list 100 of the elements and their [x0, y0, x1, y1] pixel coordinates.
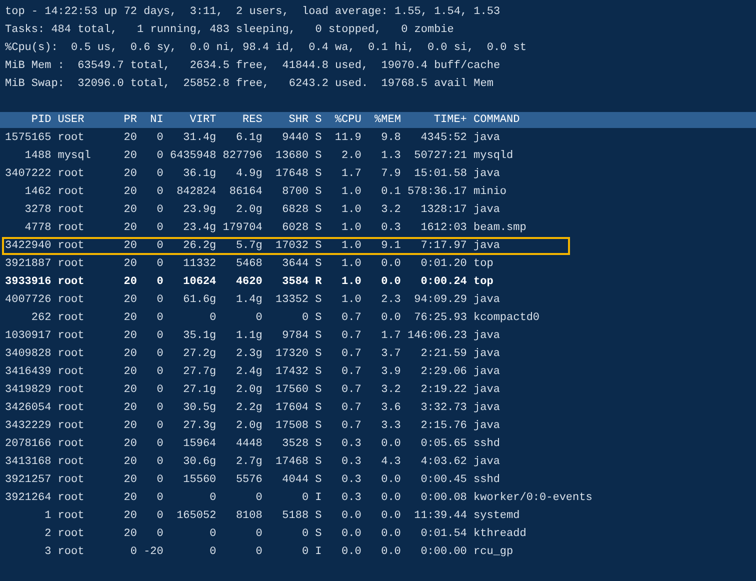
table-cell-text: 0: [156, 293, 164, 308]
table-cell-text: S: [315, 329, 322, 344]
table-cell-text: 8108: [234, 509, 262, 524]
table-cell-text: 20: [122, 527, 137, 542]
table-cell-text: java: [474, 347, 500, 362]
table-cell-text: 20: [122, 437, 137, 452]
table-cell-text: 8700: [281, 185, 309, 200]
table-cell-text: root: [58, 437, 86, 452]
table-cell-text: java: [474, 365, 500, 380]
table-cell-text: 3278: [24, 203, 52, 218]
table-cell-text: 20: [122, 203, 137, 218]
table-cell-text: 1.7: [340, 167, 362, 182]
table-cell-text: 4.3: [380, 455, 401, 470]
table-cell-text: 1462: [24, 185, 52, 200]
table-cell-text: root: [58, 527, 86, 542]
table-cell-text: 20: [122, 473, 137, 488]
table-cell-text: 6.1g: [234, 131, 262, 146]
table-cell-text: 2.4g: [234, 365, 262, 380]
table-cell-text: 27.7g: [182, 365, 216, 380]
table-cell-text: top: [474, 257, 494, 272]
table-cell-text: 2.7g: [234, 455, 262, 470]
column-header: %MEM: [374, 113, 401, 128]
table-cell-text: 0.7: [340, 311, 362, 326]
table-cell-text: 578:36.17: [408, 185, 467, 200]
table-cell-text: 0.0: [380, 473, 401, 488]
table-cell-text: 20: [122, 221, 137, 236]
table-cell-text: 2.3: [380, 293, 401, 308]
table-cell-text: 0: [254, 311, 262, 326]
table-cell-text: 2.0g: [234, 419, 262, 434]
column-header: PR: [122, 113, 137, 128]
table-cell-text: 0:00.45: [420, 473, 467, 488]
table-cell-text: 20: [122, 311, 137, 326]
table-cell-text: 0: [156, 239, 164, 254]
table-cell-text: 20: [122, 383, 137, 398]
table-cell-text: root: [58, 239, 86, 254]
table-cell-text: java: [474, 131, 500, 146]
column-header: PID: [30, 113, 52, 128]
table-cell-text: I: [315, 545, 322, 560]
table-cell-text: 3426054: [5, 401, 52, 416]
table-cell-text: java: [474, 293, 500, 308]
table-cell-text: 0.1: [380, 185, 401, 200]
table-cell-text: 0: [208, 311, 216, 326]
table-cell-text: sshd: [474, 437, 500, 452]
table-cell-text: 1575165: [5, 131, 52, 146]
table-cell-text: 1.0: [340, 203, 362, 218]
table-cell-text: root: [58, 275, 86, 290]
summary-line: MiB Swap: 32096.0 total, 25852.8 free, 6243.2 used. 19768.5 avail Mem: [5, 77, 494, 92]
table-cell-text: 20: [122, 491, 137, 506]
table-cell-text: root: [58, 419, 86, 434]
table-cell-text: root: [58, 401, 86, 416]
table-cell-text: root: [58, 491, 86, 506]
table-cell-text: 0: [156, 437, 164, 452]
table-cell-text: java: [474, 455, 500, 470]
table-cell-text: 1.0: [340, 185, 362, 200]
table-cell-text: mysqld: [474, 149, 514, 164]
table-cell-text: S: [315, 437, 322, 452]
table-cell-text: 0: [156, 509, 164, 524]
table-cell-text: 1.0: [340, 275, 362, 290]
table-cell-text: top: [474, 275, 494, 290]
table-cell-text: 0: [156, 167, 164, 182]
table-cell-text: 0: [156, 491, 164, 506]
table-cell-text: 27.2g: [182, 347, 216, 362]
table-cell-text: 827796: [222, 149, 262, 164]
table-cell-text: systemd: [474, 509, 520, 524]
table-cell-text: 0: [156, 149, 164, 164]
table-cell-text: 0: [254, 527, 262, 542]
table-cell-text: 0: [156, 221, 164, 236]
table-cell-text: 5.7g: [234, 239, 262, 254]
table-cell-text: 1.1g: [234, 329, 262, 344]
table-cell-text: 17032: [274, 239, 309, 254]
table-cell-text: 50727:21: [413, 149, 467, 164]
table-cell-text: 0: [300, 545, 309, 560]
table-cell-text: java: [474, 203, 500, 218]
table-cell-text: S: [315, 203, 322, 218]
table-cell-text: -20: [144, 545, 164, 560]
table-cell-text: root: [58, 131, 86, 146]
table-cell-text: 0: [300, 491, 309, 506]
table-cell-text: S: [315, 257, 322, 272]
table-cell-text: 7:17.97: [420, 239, 467, 254]
table-cell-text: kthreadd: [474, 527, 526, 542]
table-cell-text: 0.0: [340, 545, 362, 560]
table-cell-text: 2078166: [5, 437, 52, 452]
table-cell-text: 3.7: [380, 347, 401, 362]
table-cell-text: 842824: [176, 185, 216, 200]
table-cell-text: root: [58, 509, 86, 524]
table-cell-text: root: [58, 329, 86, 344]
table-cell-text: minio: [474, 185, 507, 200]
table-cell-text: S: [315, 473, 322, 488]
table-cell-text: R: [315, 275, 322, 290]
table-cell-text: 30.5g: [182, 401, 216, 416]
table-cell-text: 0.0: [380, 257, 401, 272]
table-cell-text: 5188: [281, 509, 309, 524]
summary-line: MiB Mem : 63549.7 total, 2634.5 free, 41844.8 used, 19070.4 buff/cache: [5, 59, 500, 74]
table-cell-text: 0:01.54: [420, 527, 467, 542]
table-cell-text: root: [58, 455, 86, 470]
table-cell-text: kcompactd0: [474, 311, 540, 326]
table-cell-text: 2:29.06: [420, 365, 467, 380]
table-cell-text: 0:00.24: [420, 275, 467, 290]
table-cell-text: 0.0: [380, 275, 401, 290]
table-cell-text: 9.8: [380, 131, 401, 146]
